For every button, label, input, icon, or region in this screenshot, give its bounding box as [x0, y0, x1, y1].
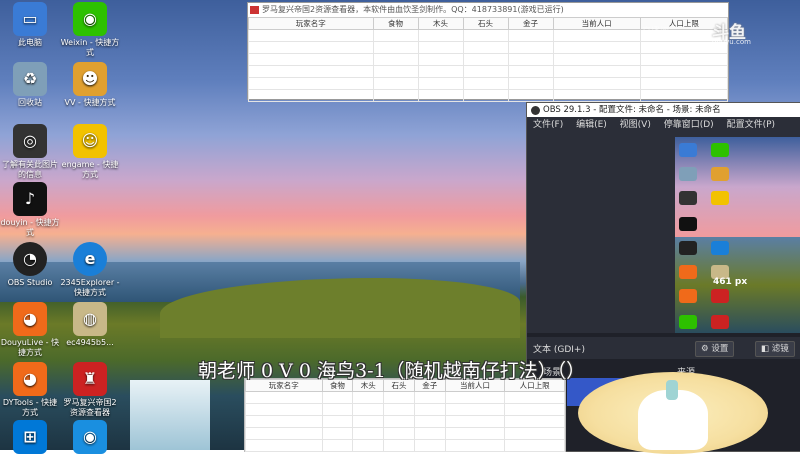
app-logo-icon [250, 6, 259, 14]
column-header[interactable]: 石头 [462, 17, 509, 30]
desktop-icon-vv[interactable]: ☻ VV - 快捷方式 [60, 62, 120, 108]
image-file-icon: ◍ [73, 302, 107, 336]
table-row[interactable] [248, 89, 729, 102]
obs-titlebar[interactable]: OBS 29.1.3 - 配置文件: 未命名 - 场景: 未命名 [527, 103, 800, 117]
table-row[interactable] [248, 77, 729, 90]
player-resource-table-2: 玩家名字 食物 木头 石头 金子 当前人口 人口上限 [245, 379, 565, 452]
desktop-icon-dytools[interactable]: ◕ DYTools - 快捷方式 [0, 362, 60, 418]
wallpaper-waterfall [130, 380, 210, 450]
table-row[interactable] [245, 415, 565, 428]
column-header[interactable]: 玩家名字 [248, 17, 374, 30]
table-row[interactable] [248, 65, 729, 78]
preview-icon [679, 315, 697, 329]
preview-icon [711, 191, 729, 205]
menu-view[interactable]: 视图(V) [620, 120, 651, 130]
desktop-icon-this-pc[interactable]: ▭ 此电脑 [0, 2, 60, 48]
table-row[interactable] [248, 41, 729, 54]
obs-logo-icon [531, 106, 540, 115]
preview-icon [679, 167, 697, 181]
preview-icon [711, 143, 729, 157]
desktop-icon-image-file[interactable]: ◍ ec4945b5... [60, 302, 120, 348]
desktop-icon-obs[interactable]: ◔ OBS Studio [0, 242, 60, 288]
preview-icon [679, 217, 697, 231]
avatar-horn [666, 380, 678, 400]
office-icon: ⊞ [13, 420, 47, 454]
table-row[interactable] [248, 53, 729, 66]
window-titlebar[interactable]: 罗马复兴帝国2资源查看器，本软件由血饮圣剑制作。QQ：418733891(游戏已… [248, 3, 728, 17]
column-header[interactable]: 木头 [417, 17, 464, 30]
rome-game-icon: ♜ [73, 362, 107, 396]
qq-penguin-icon: ◉ [73, 420, 107, 454]
preview-icon [679, 289, 697, 303]
browser-icon: e [73, 242, 107, 276]
preview-icon [711, 289, 729, 303]
preview-icon [679, 241, 697, 255]
table-row[interactable] [245, 403, 565, 416]
resource-viewer-window[interactable]: 罗马复兴帝国2资源查看器，本软件由血饮圣剑制作。QQ：418733891(游戏已… [247, 2, 729, 102]
preview-icon [711, 315, 729, 329]
camera-icon: ◎ [13, 124, 47, 158]
desktop-icon-2345explorer[interactable]: e 2345Explorer - 快捷方式 [60, 242, 120, 298]
obs-menubar: 文件(F) 编辑(E) 视图(V) 停靠窗口(D) 配置文件(P) [527, 117, 800, 133]
desktop-icon-douyulive[interactable]: ◕ DouyuLive - 快捷方式 [0, 302, 60, 358]
filter-icon: ◧ [761, 344, 770, 354]
obs-preview[interactable]: 461 px [675, 137, 800, 333]
window-title: 罗马复兴帝国2资源查看器，本软件由血饮圣剑制作。QQ：418733891(游戏已… [262, 5, 564, 14]
desktop-icon-weixin[interactable]: ◉ Weixin - 快捷方式 [60, 2, 120, 58]
watermark-left-text: 直播间 [642, 27, 670, 37]
column-header[interactable]: 当前人口 [552, 17, 641, 30]
preview-icon [679, 143, 697, 157]
douyu-icon: ◕ [13, 302, 47, 336]
douyu-watermark-url: douyu.com [712, 38, 751, 46]
preview-icon [711, 241, 729, 255]
resource-viewer-window-2[interactable]: 玩家名字 食物 木头 石头 金子 当前人口 人口上限 [244, 378, 566, 452]
column-header[interactable]: 金子 [507, 17, 554, 30]
preview-size-label: 461 px [713, 277, 748, 287]
table-row[interactable] [245, 391, 565, 404]
selected-source-name: 文本 (GDI+) [533, 345, 585, 355]
computer-icon: ▭ [13, 2, 47, 36]
desktop-icon-douyin[interactable]: ♪ douyin - 快捷方式 [0, 182, 60, 238]
desktop-icon-engame[interactable]: ☺ engame - 快捷方式 [60, 124, 120, 180]
gear-icon: ⚙ [701, 344, 709, 354]
menu-docks[interactable]: 停靠窗口(D) [664, 120, 714, 130]
desktop-icon-recycle-bin[interactable]: ♻ 回收站 [0, 62, 60, 108]
desktop-icon-resource-viewer[interactable]: ♜ 罗马复兴帝国2资源查看器 [60, 362, 120, 418]
preview-icon [679, 191, 697, 205]
smiley-icon: ☺ [73, 124, 107, 158]
preview-icon [711, 167, 729, 181]
obs-icon: ◔ [13, 242, 47, 276]
douyin-icon: ♪ [13, 182, 47, 216]
douyu-tools-icon: ◕ [13, 362, 47, 396]
column-header[interactable]: 食物 [372, 17, 419, 30]
raccoon-icon: ☻ [73, 62, 107, 96]
menu-edit[interactable]: 编辑(E) [576, 120, 607, 130]
preview-icon [679, 265, 697, 279]
table-row[interactable] [245, 427, 565, 440]
menu-profile[interactable]: 配置文件(P) [727, 120, 775, 130]
desktop-icon-qq[interactable]: ◉ [60, 420, 120, 456]
desktop-icon-spotlight[interactable]: ◎ 了解有关此图片的信息 [0, 124, 60, 180]
source-settings-button[interactable]: ⚙ 设置 [695, 341, 735, 357]
menu-file[interactable]: 文件(F) [533, 120, 563, 130]
obs-title: OBS 29.1.3 - 配置文件: 未命名 - 场景: 未命名 [543, 105, 721, 115]
desktop-icon-office[interactable]: ⊞ [0, 420, 60, 456]
wechat-icon: ◉ [73, 2, 107, 36]
source-filters-button[interactable]: ◧ 滤镜 [755, 341, 795, 357]
recycle-bin-icon: ♻ [13, 62, 47, 96]
streamer-avatar [578, 372, 768, 454]
stream-subtitle: 朝老师 0 V 0 海鸟3-1（随机越南仔打法）（） [198, 360, 586, 382]
